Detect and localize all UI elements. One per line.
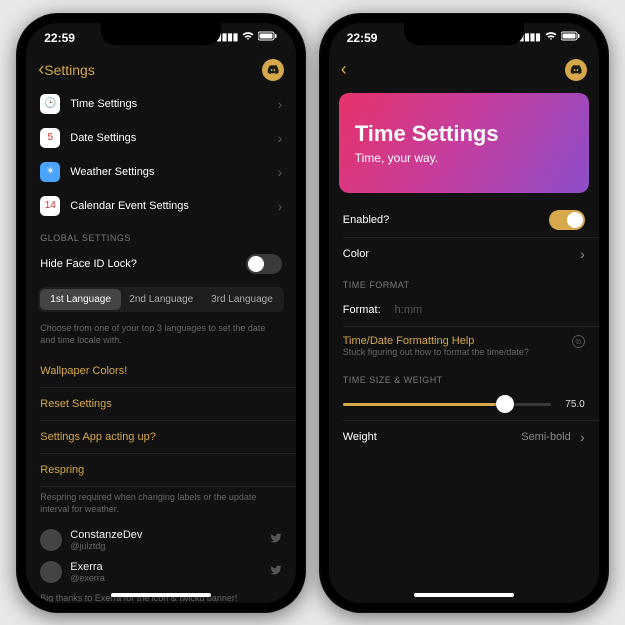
row-label: Time Settings [70,98,137,110]
action-label: Respring [40,464,84,476]
right-content: Time Settings Time, your way. Enabled? C… [329,87,599,603]
enabled-row[interactable]: Enabled? [329,203,599,237]
left-content: 🕒 Time Settings 5 Date Settings ☀ Weather Set… [26,87,296,603]
color-label: Color [343,248,585,260]
home-indicator[interactable] [414,593,514,597]
status-icons: ▮▮▮▮ [519,31,581,44]
formatting-help-sub: Stuck figuring out how to format the tim… [343,347,572,357]
size-slider[interactable] [343,403,551,406]
credit-row[interactable]: Exerra@exerra [26,556,296,588]
weight-value: Semi-bold [521,431,571,443]
enabled-toggle[interactable] [549,210,585,230]
credit-handle: @exerra [70,573,105,583]
nav-title: Settings [44,62,95,78]
right-screen: 22:59 ▮▮▮▮ ‹ Time Settings Tim [329,23,599,603]
info-icon: ⊘ [572,335,585,348]
credit-row[interactable]: ConstanzeDev@julztdg [26,524,296,556]
language-hint: Choose from one of your top 3 languages … [26,318,296,355]
wifi-icon [545,31,557,44]
language-segmented[interactable]: 1st Language2nd Language3rd Language [38,287,284,312]
weight-label: Weight [343,431,521,443]
credit-name: Exerra [70,561,105,573]
action-row[interactable]: Wallpaper Colors! [26,355,296,387]
action-label: Settings App acting up? [40,431,156,443]
notch [101,23,221,45]
segment-item[interactable]: 2nd Language [121,289,202,310]
segment-item[interactable]: 1st Language [40,289,121,310]
settings-row[interactable]: 14 Calendar Event Settings [26,189,296,223]
discord-icon[interactable] [565,59,587,81]
weight-row[interactable]: Weight Semi-bold [329,421,599,453]
hero-title: Time Settings [355,121,573,147]
status-icons: ▮▮▮▮ [216,31,278,44]
home-indicator[interactable] [111,593,211,597]
clock: 22:59 [347,31,378,45]
back-chevron-icon: ‹ [341,59,347,80]
action-row[interactable]: Reset Settings [26,388,296,420]
twitter-icon[interactable] [270,532,282,547]
slider-thumb[interactable] [496,395,514,413]
respring-hint: Respring required when changing labels o… [26,487,296,524]
credit-name: ConstanzeDev [70,529,142,541]
settings-row[interactable]: ☀ Weather Settings [26,155,296,189]
slider-value: 75.0 [559,399,585,410]
discord-icon[interactable] [262,59,284,81]
nav-bar: ‹ Settings [26,53,296,87]
size-weight-header: TIME SIZE & WEIGHT [329,365,599,389]
row-icon: ☀ [40,162,60,182]
color-row[interactable]: Color [329,238,599,270]
settings-row[interactable]: 🕒 Time Settings [26,87,296,121]
notch [404,23,524,45]
clock: 22:59 [44,31,75,45]
right-phone: 22:59 ▮▮▮▮ ‹ Time Settings Tim [319,13,609,613]
hero-banner: Time Settings Time, your way. [339,93,589,193]
row-label: Date Settings [70,132,136,144]
wifi-icon [242,31,254,44]
enabled-label: Enabled? [343,214,549,226]
hide-faceid-toggle[interactable] [246,254,282,274]
action-row[interactable]: Settings App acting up? [26,421,296,453]
back-button[interactable]: ‹ [341,59,347,80]
row-label: Weather Settings [70,166,154,178]
format-input[interactable]: h:mm [395,304,423,316]
action-label: Reset Settings [40,398,112,410]
segment-item[interactable]: 3rd Language [202,289,283,310]
twitter-icon[interactable] [270,564,282,579]
row-label: Calendar Event Settings [70,200,189,212]
avatar [40,561,62,583]
format-label: Format: [343,304,381,316]
row-icon: 🕒 [40,94,60,114]
hide-faceid-row[interactable]: Hide Face ID Lock? [26,247,296,281]
action-row[interactable]: Respring [26,454,296,486]
hide-faceid-label: Hide Face ID Lock? [40,258,246,270]
left-screen: 22:59 ▮▮▮▮ ‹ Settings 🕒Time Settings5D [26,23,296,603]
left-phone: 22:59 ▮▮▮▮ ‹ Settings 🕒Time Settings5D [16,13,306,613]
hero-subtitle: Time, your way. [355,151,573,165]
row-icon: 5 [40,128,60,148]
settings-row[interactable]: 5 Date Settings [26,121,296,155]
formatting-help-row[interactable]: Time/Date Formatting Help Stuck figuring… [329,327,599,365]
size-slider-row[interactable]: 75.0 [329,389,599,420]
avatar [40,529,62,551]
global-settings-header: GLOBAL SETTINGS [26,223,296,247]
back-button[interactable]: ‹ Settings [38,59,95,80]
row-icon: 14 [40,196,60,216]
credit-handle: @julztdg [70,541,142,551]
action-label: Wallpaper Colors! [40,365,127,377]
battery-icon [561,31,581,44]
time-format-header: TIME FORMAT [329,270,599,294]
format-row[interactable]: Format: h:mm [329,294,599,326]
nav-bar: ‹ [329,53,599,87]
formatting-help-label: Time/Date Formatting Help [343,335,572,347]
battery-icon [258,31,278,44]
